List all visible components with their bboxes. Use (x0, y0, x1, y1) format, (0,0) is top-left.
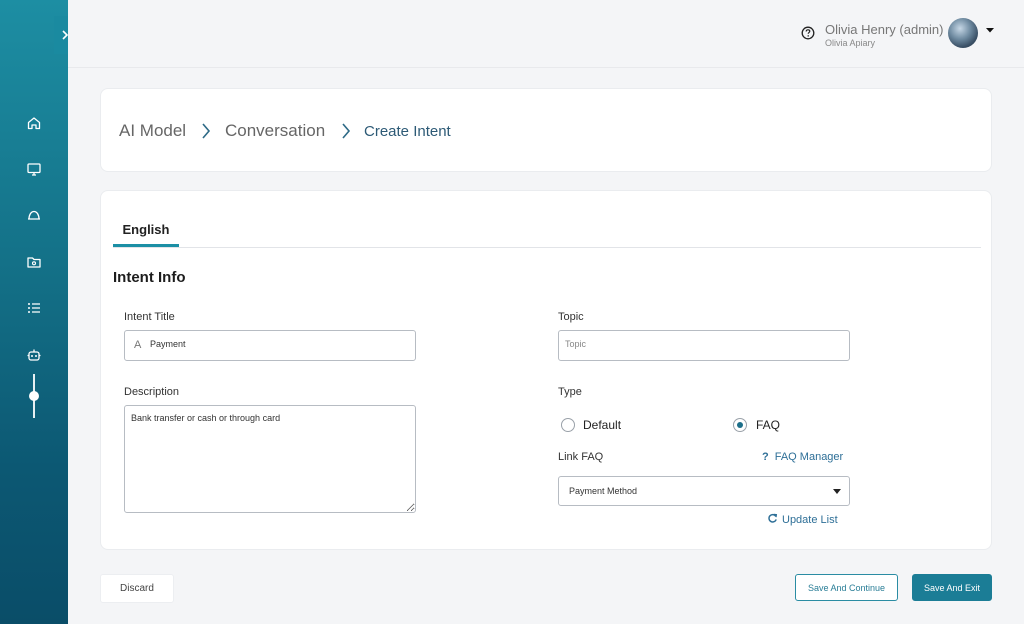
sidebar-slider-handle[interactable] (29, 391, 39, 401)
list-icon (28, 303, 40, 313)
tab-divider (113, 247, 981, 248)
nav-monitor[interactable] (24, 159, 44, 179)
type-label: Type (558, 386, 582, 398)
nav-bot[interactable] (24, 345, 44, 365)
type-default-radio[interactable] (561, 418, 575, 432)
link-faq-label: Link FAQ (558, 451, 604, 463)
topic-input[interactable] (565, 339, 841, 349)
top-header: Olivia Henry (admin) Olivia Apiary (68, 0, 1024, 68)
chevron-right-icon (342, 123, 351, 139)
update-list-link[interactable]: Update List (767, 513, 838, 526)
nav-folder[interactable] (24, 252, 44, 272)
help-icon[interactable] (801, 26, 815, 40)
nav-list[interactable] (24, 298, 44, 318)
breadcrumb: AI Model Conversation Create Intent (100, 88, 992, 172)
save-and-continue-button[interactable]: Save And Continue (795, 574, 898, 601)
intent-title-input[interactable] (150, 339, 400, 349)
save-and-exit-button[interactable]: Save And Exit (912, 574, 992, 601)
type-faq-radio[interactable] (733, 418, 747, 432)
tab-english[interactable]: English (113, 215, 179, 247)
topic-field[interactable] (558, 330, 850, 361)
breadcrumb-conversation[interactable]: Conversation (225, 121, 325, 141)
bot-icon (27, 349, 41, 361)
sidebar (0, 0, 76, 624)
description-label: Description (124, 386, 180, 398)
user-name: Olivia Henry (admin) (825, 22, 944, 37)
link-faq-selected-value: Payment Method (569, 486, 638, 496)
update-list-link-text: Update List (782, 514, 838, 526)
faq-manager-link-text: FAQ Manager (774, 451, 844, 463)
link-faq-select[interactable]: Payment Method (558, 476, 850, 506)
caret-down-icon[interactable] (984, 24, 996, 36)
topic-label: Topic (558, 311, 584, 323)
intent-form-card: English Intent Info Intent Title A Topic… (100, 190, 992, 550)
chevron-right-icon (202, 123, 211, 139)
text-type-icon: A (134, 339, 142, 351)
type-default-label[interactable]: Default (583, 418, 621, 432)
faq-manager-link[interactable]: ? FAQ Manager (762, 451, 843, 463)
breadcrumb-create-intent: Create Intent (364, 123, 451, 140)
question-mark-icon: ? (762, 451, 769, 463)
description-input[interactable]: Bank transfer or cash or through card (124, 405, 416, 513)
home-icon (27, 117, 41, 130)
type-faq-label[interactable]: FAQ (756, 418, 780, 432)
avatar[interactable] (948, 18, 978, 48)
bell-icon (28, 210, 40, 220)
caret-down-icon (833, 489, 841, 494)
folder-icon (27, 257, 41, 268)
section-title: Intent Info (113, 269, 186, 286)
refresh-icon (768, 513, 778, 523)
discard-button[interactable]: Discard (100, 574, 174, 603)
intent-title-label: Intent Title (124, 311, 175, 323)
intent-title-field[interactable]: A (124, 330, 416, 361)
user-organization: Olivia Apiary (825, 38, 876, 48)
breadcrumb-ai-model[interactable]: AI Model (119, 121, 186, 141)
monitor-icon (27, 163, 41, 176)
nav-home[interactable] (24, 113, 44, 133)
nav-notifications[interactable] (24, 205, 44, 225)
